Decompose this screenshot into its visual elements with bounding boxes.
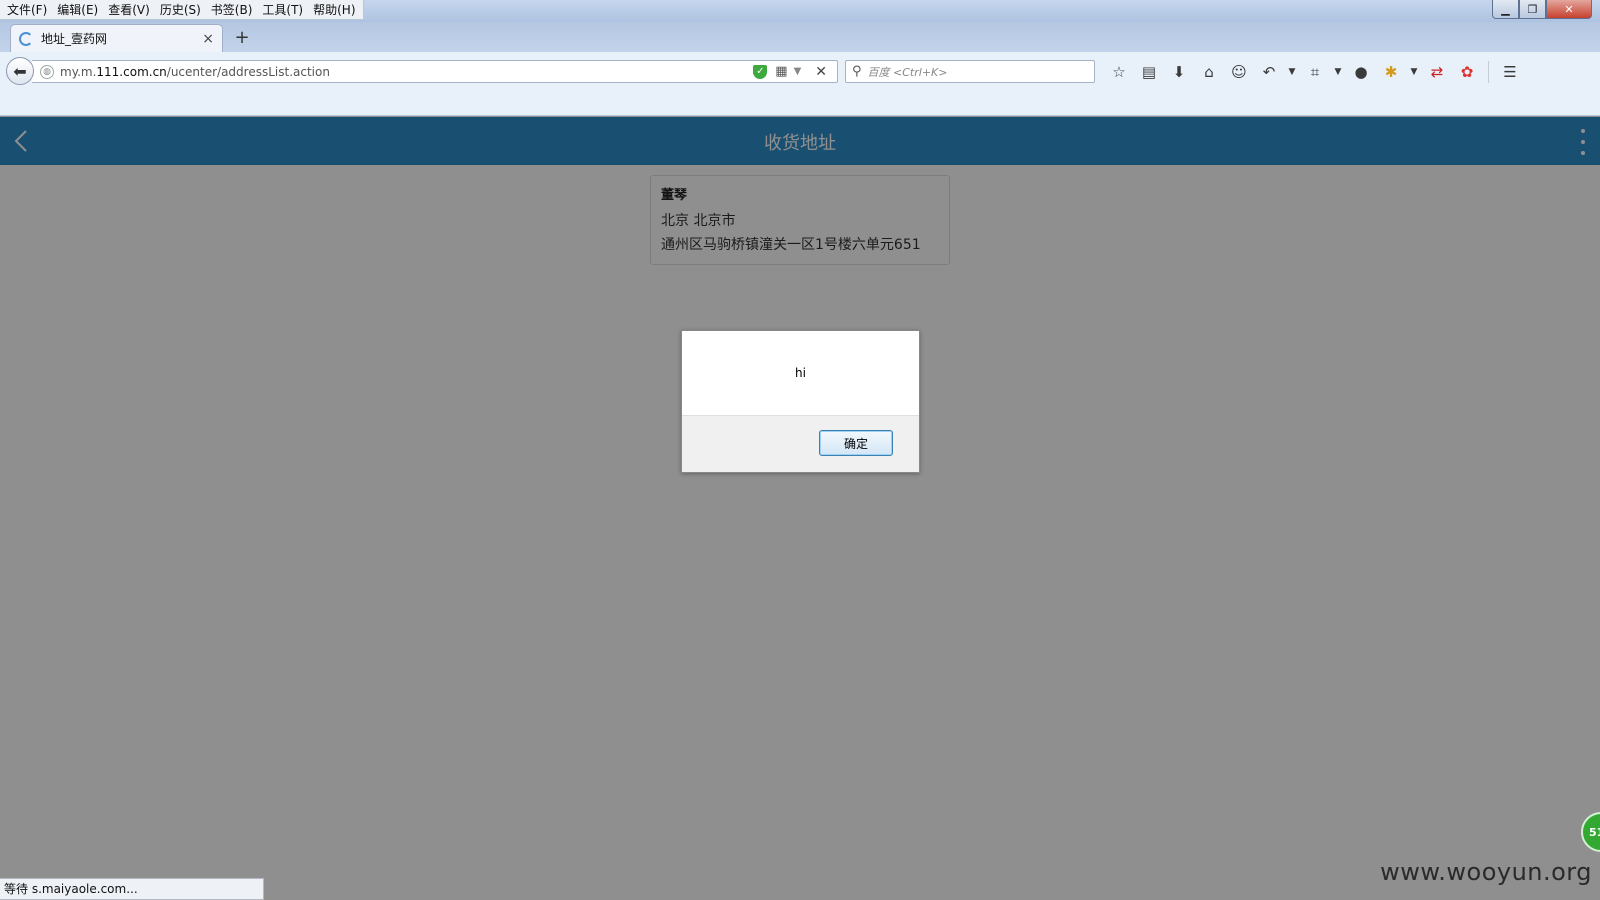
menu-view[interactable]: 查看(V) — [103, 0, 155, 19]
back-button[interactable]: ⬅ — [6, 57, 34, 85]
undo-icon[interactable]: ↶ — [1254, 60, 1284, 83]
globe-icon: ◍ — [40, 64, 54, 79]
crop-dropdown-icon[interactable]: ▼ — [1330, 60, 1346, 83]
menu-file[interactable]: 文件(F) — [2, 0, 52, 19]
crop-icon[interactable]: ⌗ — [1300, 60, 1330, 83]
alert-dialog: hi 确定 — [681, 330, 920, 473]
tab-close-icon[interactable]: × — [202, 31, 214, 47]
sync-icon[interactable]: ⇄ — [1422, 60, 1452, 83]
tab-active[interactable]: 地址_壹药网 × — [10, 24, 223, 52]
shield-check-icon[interactable]: ✓ — [753, 64, 768, 79]
search-icon: ⚲ — [852, 64, 862, 79]
url-path: /ucenter/addressList.action — [166, 64, 330, 79]
home-icon[interactable]: ⌂ — [1194, 60, 1224, 83]
loading-spinner-icon — [19, 31, 33, 46]
tab-title: 地址_壹药网 — [41, 32, 108, 46]
toolbar: ☆ ▤ ⬇ ⌂ ☺ ↶ ▼ ⌗ ▼ ● ✱ ▼ ⇄ ✿ ☰ — [1104, 60, 1525, 83]
url-dropdown-icon[interactable]: ▼ — [794, 66, 802, 77]
reading-list-icon[interactable]: ▤ — [1134, 60, 1164, 83]
menu-history[interactable]: 历史(S) — [155, 0, 206, 19]
bookmark-star-icon[interactable]: ☆ — [1104, 60, 1134, 83]
undo-dropdown-icon[interactable]: ▼ — [1284, 60, 1300, 83]
search-placeholder: 百度 <Ctrl+K> — [867, 65, 948, 79]
search-bar[interactable]: ⚲ 百度 <Ctrl+K> — [845, 60, 1095, 83]
minimize-button[interactable]: ▁ — [1492, 0, 1519, 19]
watermark-text: www.wooyun.org — [1380, 858, 1592, 886]
navigation-bar: ◍ my.m.111.com.cn/ucenter/addressList.ac… — [0, 52, 1600, 116]
extension-icon[interactable]: ✱ — [1376, 60, 1406, 83]
url-bar[interactable]: ◍ my.m.111.com.cn/ucenter/addressList.ac… — [32, 60, 838, 83]
window-titlebar: 文件(F) 编辑(E) 查看(V) 历史(S) 书签(B) 工具(T) 帮助(H… — [0, 0, 1600, 22]
alert-footer: 确定 — [682, 415, 919, 472]
url-text[interactable]: my.m.111.com.cn/ucenter/addressList.acti… — [60, 65, 753, 79]
restore-button[interactable]: ❐ — [1519, 0, 1546, 19]
stop-icon[interactable]: ✕ — [815, 64, 827, 80]
menu-bookmarks[interactable]: 书签(B) — [206, 0, 258, 19]
arrow-left-icon: ⬅ — [13, 61, 27, 81]
toolbar-separator — [1488, 60, 1489, 83]
url-domain: 111.com.cn — [96, 64, 167, 79]
alert-message: hi — [795, 366, 806, 380]
hamburger-menu-icon[interactable]: ☰ — [1495, 60, 1525, 83]
download-icon[interactable]: ⬇ — [1164, 60, 1194, 83]
modal-overlay — [0, 117, 1600, 900]
addon-icon[interactable]: ✿ — [1452, 60, 1482, 83]
menubar: 文件(F) 编辑(E) 查看(V) 历史(S) 书签(B) 工具(T) 帮助(H… — [0, 0, 364, 20]
ok-button[interactable]: 确定 — [819, 430, 893, 456]
new-tab-button[interactable]: + — [232, 25, 252, 51]
status-bar: 等待 s.maiyaole.com... — [0, 878, 264, 900]
menu-help[interactable]: 帮助(H) — [308, 0, 360, 19]
close-window-button[interactable]: ✕ — [1546, 0, 1592, 19]
menu-tools[interactable]: 工具(T) — [257, 0, 308, 19]
tab-strip: 地址_壹药网 × + — [0, 22, 1600, 52]
extension-dropdown-icon[interactable]: ▼ — [1406, 60, 1422, 83]
comment-icon[interactable]: ● — [1346, 60, 1376, 83]
url-prefix: my.m. — [60, 64, 97, 79]
chat-icon[interactable]: ☺ — [1224, 60, 1254, 83]
menu-edit[interactable]: 编辑(E) — [52, 0, 103, 19]
window-controls: ▁ ❐ ✕ — [1492, 0, 1592, 19]
qr-code-icon[interactable]: ▦ — [775, 64, 787, 79]
